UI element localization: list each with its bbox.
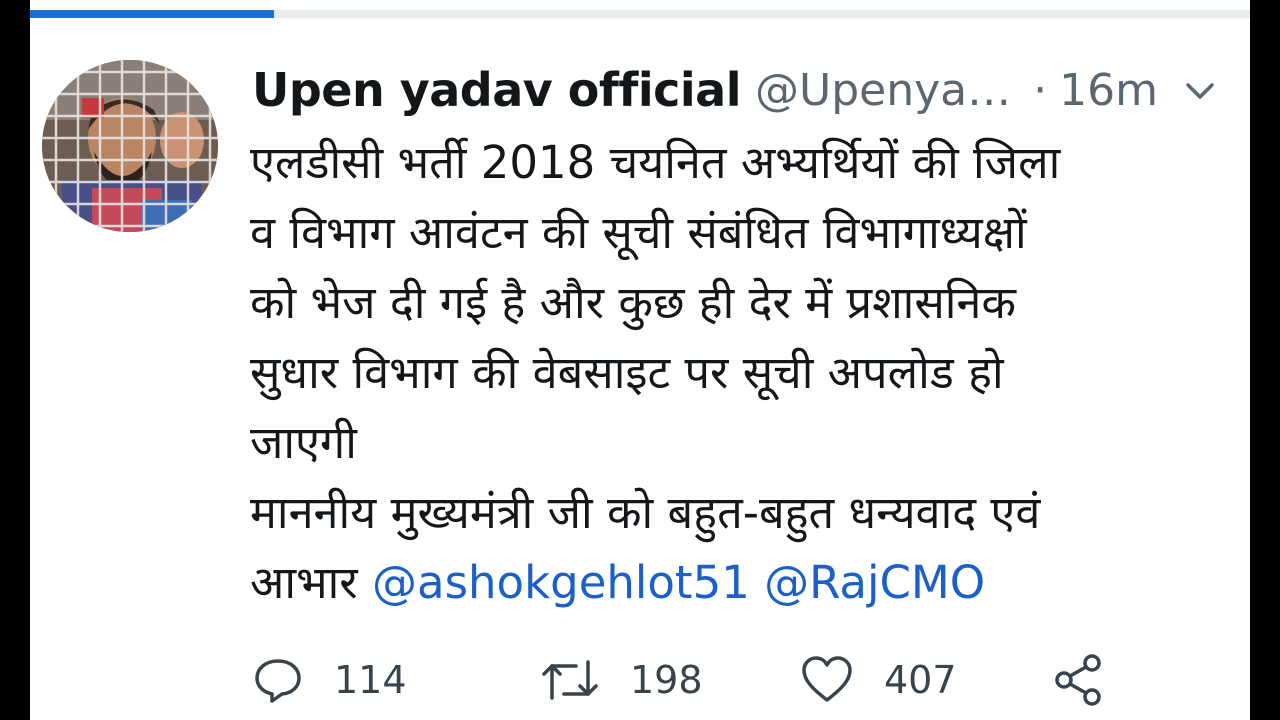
avatar-image — [42, 60, 218, 232]
like-count: 407 — [884, 658, 957, 702]
tweet-text-prefix: आभार — [250, 556, 372, 609]
retweet-count: 198 — [630, 658, 703, 702]
reply-icon — [255, 659, 301, 703]
tweet-text: एलडीसी भर्ती 2018 चयनित अभ्यर्थियों की ज… — [250, 128, 1210, 618]
tweet-actions: 114 198 407 — [252, 648, 1152, 712]
share-button[interactable] — [1052, 648, 1106, 712]
tweet-text-line: माननीय मुख्यमंत्री जी को बहुत-बहुत धन्यव… — [250, 486, 1041, 539]
tweet-text-line: जाएगी — [250, 416, 357, 469]
separator-dot: · — [1033, 64, 1048, 116]
video-progress-bar[interactable] — [30, 10, 1250, 18]
display-name[interactable]: Upen yadav official — [252, 63, 741, 117]
chevron-down-icon[interactable] — [1180, 76, 1220, 106]
share-icon — [1055, 654, 1101, 706]
retweet-button[interactable]: 198 — [540, 648, 703, 712]
video-progress-fill — [30, 10, 274, 18]
tweet-text-line: सुधार विभाग की वेबसाइट पर सूची अपलोड हो — [250, 346, 1004, 399]
tweet-text-last-line: आभार @ashokgehlot51 @RajCMO — [250, 548, 1210, 618]
avatar[interactable] — [42, 60, 218, 232]
timestamp[interactable]: 16m — [1059, 65, 1158, 116]
heart-icon — [802, 656, 852, 702]
retweet-icon — [542, 660, 598, 700]
tweet-text-line: एलडीसी भर्ती 2018 चयनित अभ्यर्थियों की ज… — [250, 136, 1061, 189]
tweet-text-line: व विभाग आवंटन की सूची संबंधित विभागाध्यक… — [250, 206, 1027, 259]
tweet-text-line: को भेज दी गई है और कुछ ही देर में प्रशास… — [250, 276, 1016, 329]
tweet-card: Upen yadav official @Upenya… · 16m एलडीस… — [30, 0, 1250, 720]
reply-button[interactable]: 114 — [252, 648, 407, 712]
tweet-header: Upen yadav official @Upenya… · 16m — [252, 58, 1212, 122]
like-button[interactable]: 407 — [800, 648, 957, 712]
mention-link[interactable]: @RajCMO — [764, 556, 985, 609]
user-handle[interactable]: @Upenya… — [755, 65, 1011, 116]
mention-link[interactable]: @ashokgehlot51 — [372, 556, 750, 609]
reply-count: 114 — [334, 658, 407, 702]
